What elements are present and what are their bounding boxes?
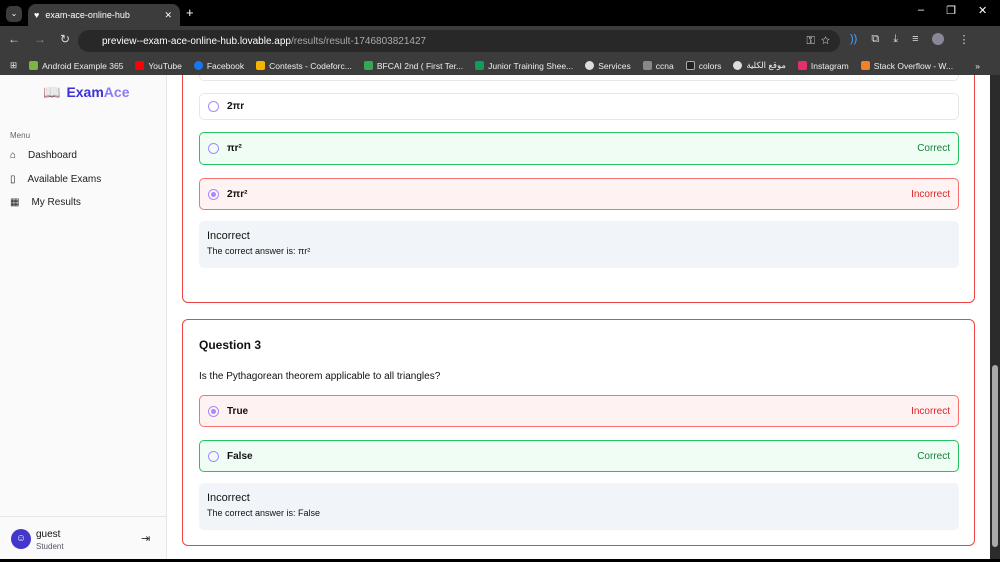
heart-icon: ♥ [34,10,40,20]
result-label: Incorrect [207,492,250,504]
avatar: ☺ [11,529,31,549]
address-bar[interactable]: preview--exam-ace-online-hub.lovable.app… [78,30,840,52]
sidebar-item-dashboard[interactable]: ⌂ Dashboard [10,150,77,161]
radio-selected-icon [208,188,219,200]
bookmark[interactable]: Stack Overflow - W... [860,61,953,71]
explanation-box: Incorrect The correct answer is: πr² [199,221,959,268]
bookmark[interactable]: موقع الكلية [733,60,786,71]
user-role: Student [36,542,64,551]
radio-selected-icon [208,405,219,417]
audio-icon[interactable]: )) [850,33,857,46]
apps-icon[interactable]: ⊞ [10,60,17,71]
bookmark[interactable]: BFCAI 2nd ( First Ter... [363,61,463,71]
option[interactable]: 2πr [199,93,959,120]
correct-answer-text: The correct answer is: False [207,508,321,518]
sidebar: 📖 ExamAce Menu ⌂ Dashboard ▯ Available Exa… [0,75,167,559]
radio-icon [208,143,219,154]
status-label: Incorrect [911,188,950,200]
book-open-icon: 📖 [43,84,61,100]
bookmarks-bar: ⊞ Android Example 365 YouTube Facebook C… [0,56,1000,75]
extensions-icon[interactable]: ⧉ [871,33,879,46]
bookmark[interactable]: Contests - Codeforc... [256,61,352,71]
status-label: Incorrect [911,405,950,417]
media-icon[interactable]: ≡ [912,33,918,46]
radio-icon [208,450,219,462]
logout-icon[interactable]: ⇥ [141,532,150,545]
tab-bar: ⌄ ♥ exam-ace-online-hub ✕ + – ❐ ✕ [0,0,1000,26]
scrollbar-thumb[interactable] [992,365,998,547]
bookmark[interactable]: colors [685,61,721,71]
option-correct[interactable]: πr² Correct [199,132,959,165]
close-window-button[interactable]: ✕ [978,4,987,17]
status-label: Correct [917,143,950,154]
user-name: guest [36,529,61,540]
url-host: preview--exam-ace-online-hub.lovable.app [102,35,291,47]
option[interactable]: πr [199,75,959,81]
bookmark[interactable]: Instagram [797,61,849,71]
option-selected-incorrect[interactable]: 2πr² Incorrect [199,178,959,210]
tab-title: exam-ace-online-hub [45,10,130,20]
key-icon[interactable]: ⚿ [807,35,815,47]
explanation-box: Incorrect The correct answer is: False [199,483,959,530]
main-content: πr 2πr πr²Correct 2πr²Incorrect Incorrec… [167,75,990,559]
minimize-button[interactable]: – [918,4,924,17]
bookmark[interactable]: Services [585,61,631,71]
bookmark[interactable]: Android Example 365 [29,61,123,71]
radio-icon [208,101,219,112]
menu-icon[interactable]: ⋮ [958,33,969,46]
bookmark[interactable]: Junior Training Shee... [475,61,573,71]
correct-answer-text: The correct answer is: πr² [207,246,311,256]
close-tab-icon[interactable]: ✕ [164,10,172,21]
sidebar-item-available-exams[interactable]: ▯ Available Exams [10,174,101,185]
logo[interactable]: 📖 ExamAce [43,84,129,101]
grid-icon: ▦ [10,197,20,208]
bookmark[interactable]: Facebook [193,61,244,71]
menu-label: Menu [10,131,31,140]
url-path: /results/result-1746803821427 [291,35,427,47]
option-correct[interactable]: False Correct [199,440,959,472]
home-icon: ⌂ [10,150,17,161]
tab-search-button[interactable]: ⌄ [6,6,22,22]
forward-button[interactable]: → [34,32,46,46]
tab-active[interactable]: ♥ exam-ace-online-hub ✕ [28,4,180,26]
question-card-2: πr 2πr πr²Correct 2πr²Incorrect Incorrec… [182,75,975,303]
download-icon[interactable]: ⤓ [893,33,898,46]
reload-button[interactable]: ↻ [60,32,70,46]
result-label: Incorrect [207,230,250,242]
back-button[interactable]: ← [8,32,20,46]
sidebar-item-my-results[interactable]: ▦ My Results [10,197,81,208]
bookmark[interactable]: ccna [642,61,674,71]
question-title: Question 3 [199,338,262,352]
new-tab-button[interactable]: + [186,5,194,20]
book-icon: ▯ [10,174,16,185]
star-icon[interactable]: ☆ [821,35,830,47]
profile-avatar[interactable] [932,33,945,45]
option-selected-incorrect[interactable]: True Incorrect [199,395,959,427]
bookmark[interactable]: YouTube [135,61,182,71]
scrollbar[interactable] [990,75,1000,559]
status-label: Correct [917,450,950,462]
question-text: Is the Pythagorean theorem applicable to… [199,371,441,382]
restore-button[interactable]: ❐ [946,4,956,17]
more-bookmarks-icon[interactable]: » [975,61,980,71]
question-card-3: Question 3 Is the Pythagorean theorem ap… [182,319,975,546]
